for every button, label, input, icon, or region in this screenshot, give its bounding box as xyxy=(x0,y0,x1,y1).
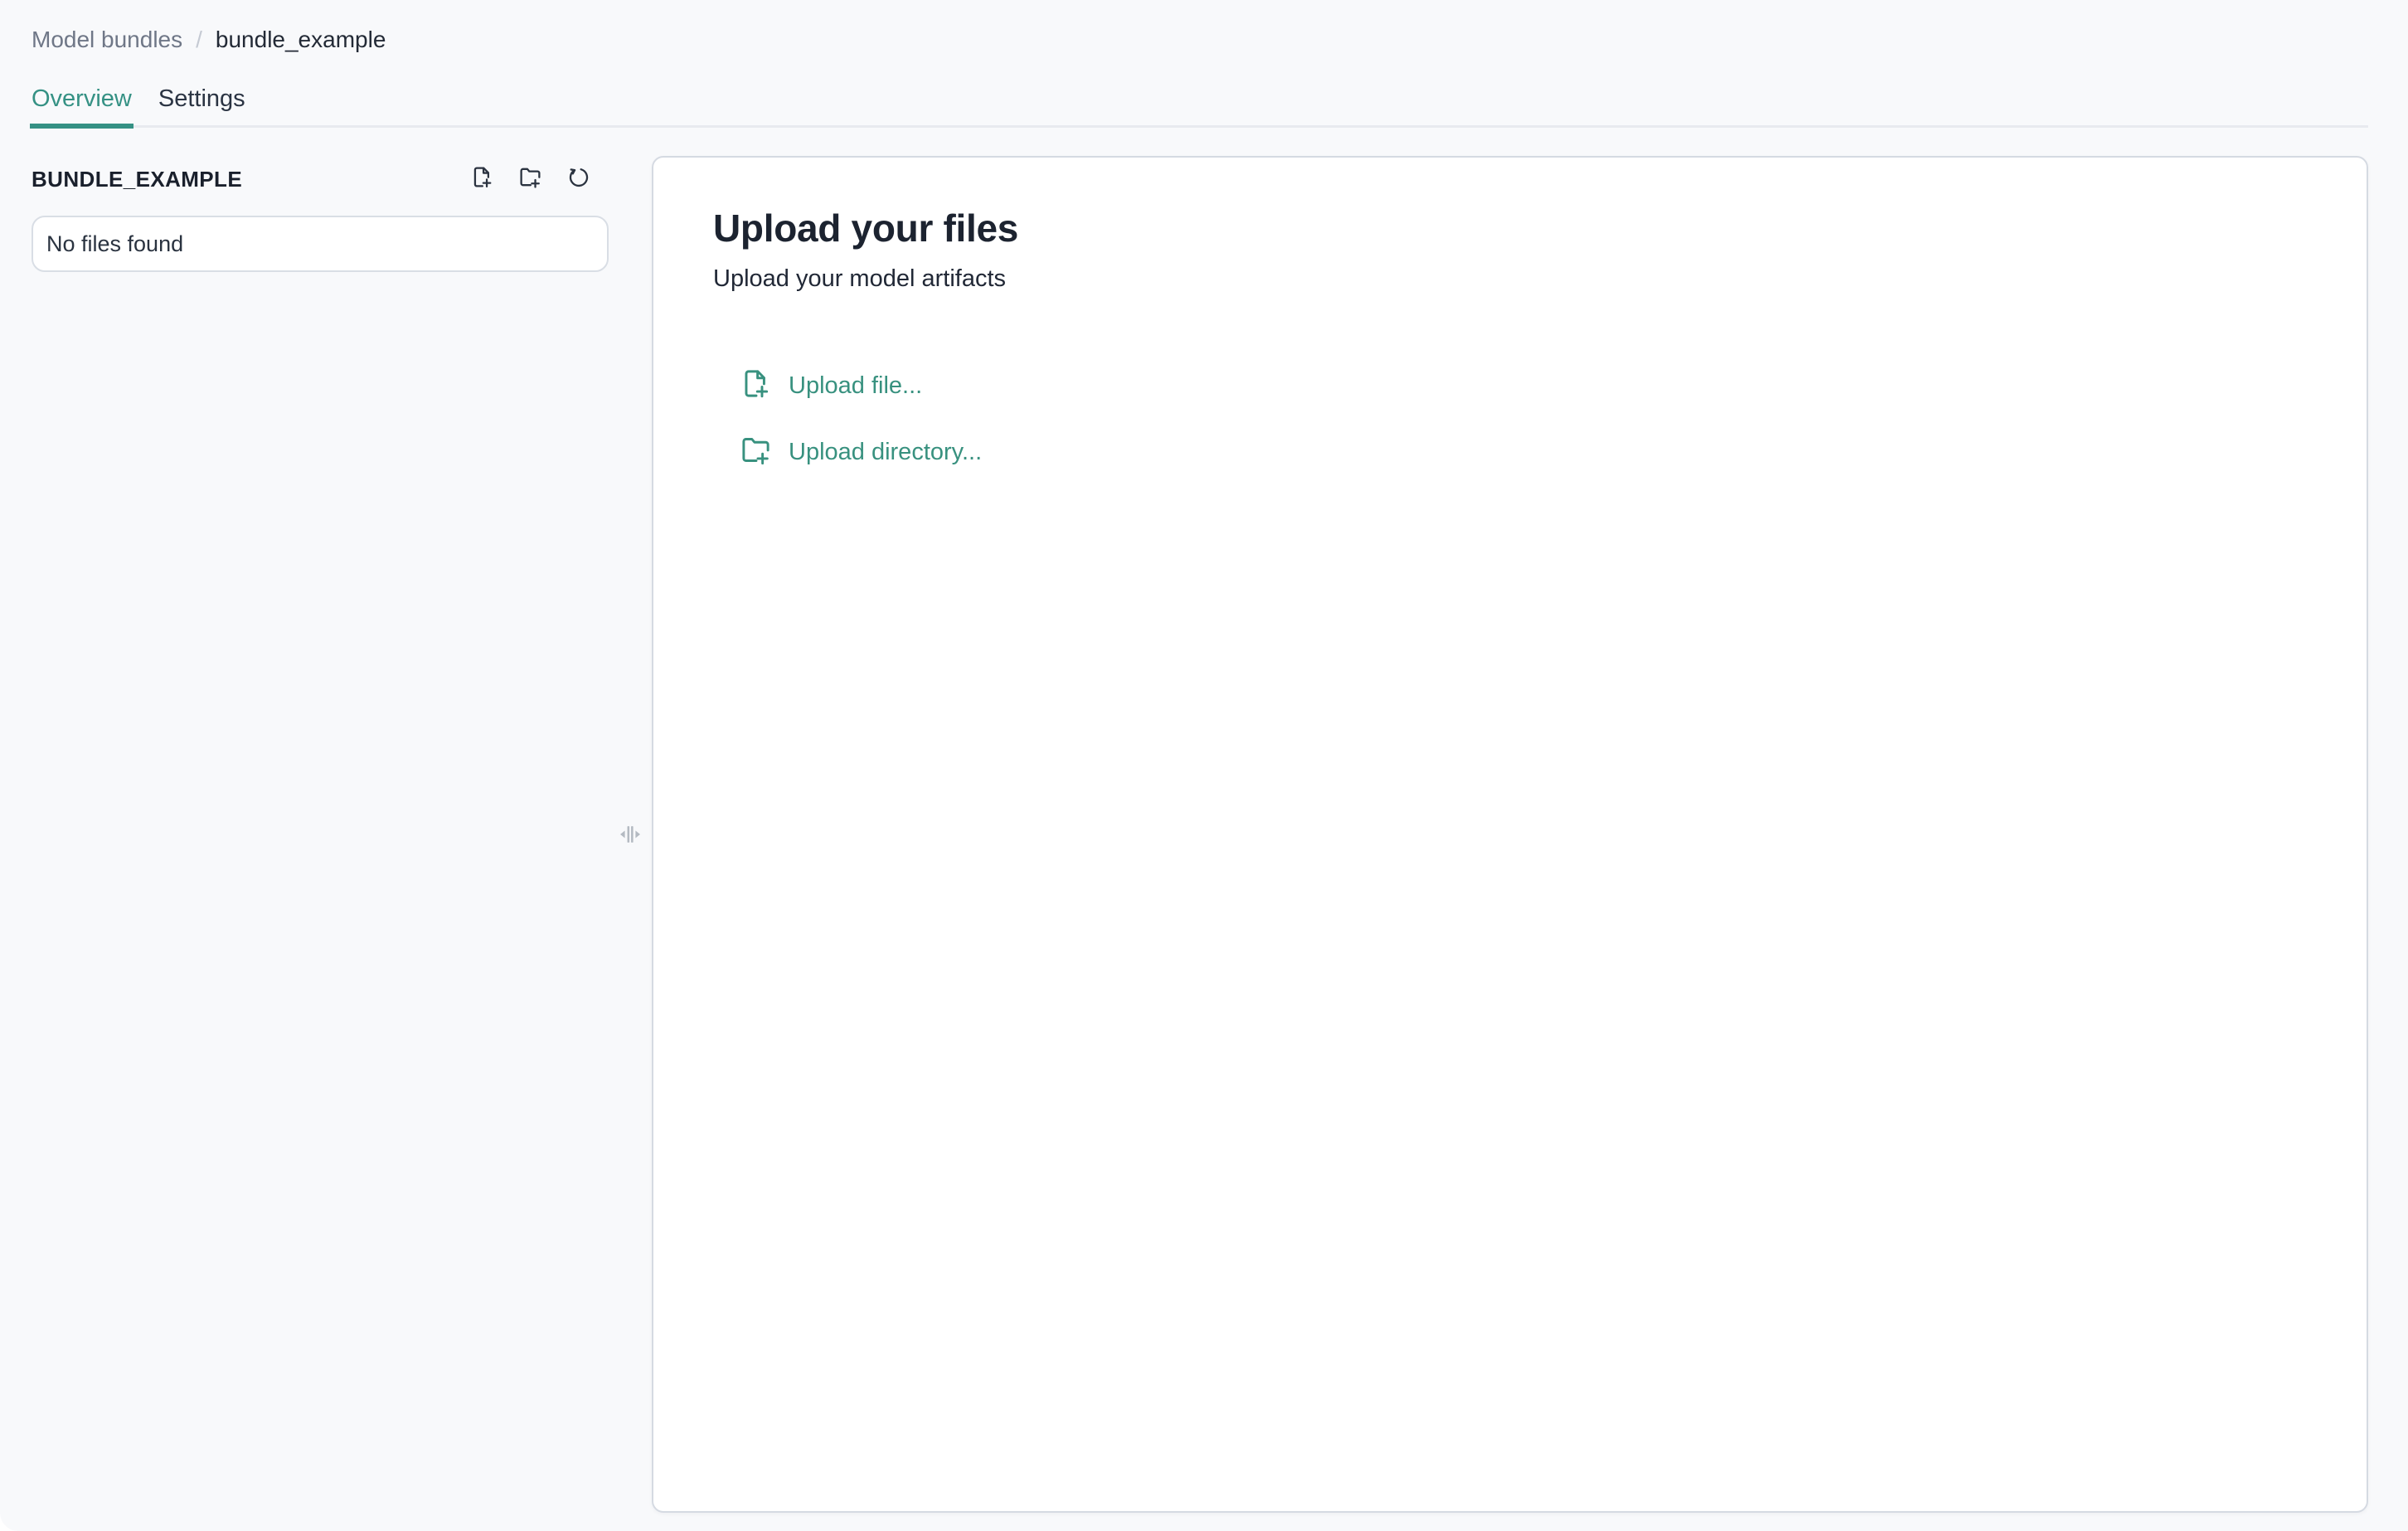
sidebar-toolbar xyxy=(469,167,590,192)
tab-overview[interactable]: Overview xyxy=(32,86,132,125)
sidebar-header: BUNDLE_EXAMPLE xyxy=(32,163,609,196)
tab-settings[interactable]: Settings xyxy=(158,86,245,125)
empty-state-label: No files found xyxy=(46,231,183,257)
bundle-name-heading: BUNDLE_EXAMPLE xyxy=(32,167,242,192)
breadcrumb-separator: / xyxy=(196,27,202,52)
upload-file-label: Upload file... xyxy=(789,371,922,401)
refresh-button[interactable] xyxy=(566,167,590,192)
tab-bar: Overview Settings xyxy=(32,86,2368,128)
panel-divider xyxy=(609,156,652,1513)
breadcrumb-model-bundles-link[interactable]: Model bundles xyxy=(32,27,182,52)
content-area: BUNDLE_EXAMPLE xyxy=(0,128,2408,1513)
file-list-empty-state: No files found xyxy=(32,216,609,272)
folder-plus-icon xyxy=(740,434,772,470)
breadcrumb: Model bundles / bundle_example xyxy=(32,27,2368,53)
add-file-button[interactable] xyxy=(469,167,494,192)
upload-directory-link[interactable]: Upload directory... xyxy=(740,435,982,469)
upload-directory-label: Upload directory... xyxy=(789,437,982,467)
breadcrumb-current-bundle: bundle_example xyxy=(216,27,386,52)
upload-file-link[interactable]: Upload file... xyxy=(740,368,922,403)
file-plus-icon xyxy=(470,165,494,193)
add-folder-button[interactable] xyxy=(517,167,542,192)
col-resize-handle-icon[interactable] xyxy=(617,820,643,848)
upload-actions: Upload file... Upload directory... xyxy=(740,368,2307,469)
refresh-icon xyxy=(566,165,590,193)
page-header: Model bundles / bundle_example Overview Se… xyxy=(0,0,2408,128)
upload-card-title: Upload your files xyxy=(713,204,2307,252)
upload-card: Upload your files Upload your model arti… xyxy=(652,156,2368,1513)
upload-card-subtitle: Upload your model artifacts xyxy=(713,264,2307,294)
file-tree-sidebar: BUNDLE_EXAMPLE xyxy=(32,156,609,272)
folder-plus-icon xyxy=(518,165,542,193)
app-root: Model bundles / bundle_example Overview Se… xyxy=(0,0,2408,1531)
file-plus-icon xyxy=(740,367,772,404)
